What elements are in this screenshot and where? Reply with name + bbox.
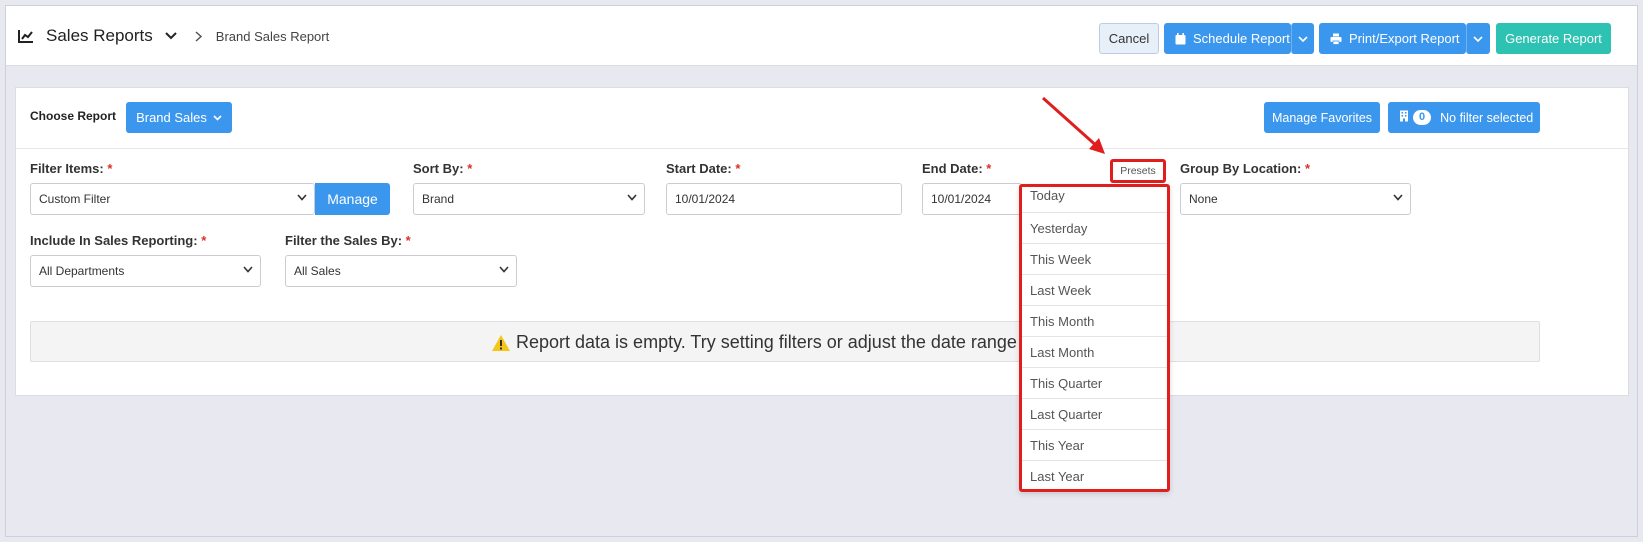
- print-export-button[interactable]: Print/Export Report: [1319, 23, 1466, 54]
- chevron-down-icon: [1473, 35, 1483, 42]
- page-title: Sales Reports: [46, 26, 153, 45]
- printer-icon: [1330, 33, 1342, 45]
- preset-item-yesterday[interactable]: Yesterday: [1022, 213, 1167, 244]
- start-date-value: 10/01/2024: [675, 192, 736, 206]
- top-header: Sales Reports Brand Sales Report Cancel …: [6, 6, 1637, 66]
- filter-count-badge: 0: [1413, 110, 1432, 125]
- report-card: Choose Report Brand Sales Manage Favorit…: [15, 87, 1629, 396]
- empty-report-notice: Report data is empty. Try setting filter…: [30, 321, 1540, 362]
- group-by-location-value: None: [1189, 192, 1218, 206]
- breadcrumb: Brand Sales Report: [215, 28, 330, 44]
- schedule-report-button[interactable]: Schedule Report: [1164, 23, 1291, 54]
- filter-items-label: Filter Items: *: [30, 161, 113, 176]
- chevron-down-icon: [1297, 35, 1308, 42]
- chevron-down-icon: [213, 114, 222, 121]
- sort-by-select[interactable]: Brand: [413, 183, 645, 215]
- presets-button[interactable]: Presets: [1110, 159, 1166, 183]
- preset-item-this-week[interactable]: This Week: [1022, 244, 1167, 275]
- print-export-dropdown-toggle[interactable]: [1466, 23, 1490, 54]
- filter-items-value: Custom Filter: [39, 192, 111, 206]
- end-date-label: End Date: *: [922, 161, 992, 176]
- include-in-sales-label: Include In Sales Reporting: *: [30, 233, 207, 248]
- chevron-down-icon: [627, 194, 637, 201]
- empty-report-message: Report data is empty. Try setting filter…: [491, 332, 1027, 353]
- chevron-down-icon: [1393, 194, 1403, 201]
- page-title-group[interactable]: Sales Reports Brand Sales Report: [18, 26, 329, 46]
- preset-item-last-week[interactable]: Last Week: [1022, 275, 1167, 306]
- filter-sales-by-value: All Sales: [294, 264, 341, 278]
- schedule-report-label: Schedule Report: [1193, 31, 1290, 46]
- filter-sales-by-select[interactable]: All Sales: [285, 255, 517, 287]
- preset-item-last-year[interactable]: Last Year: [1022, 461, 1167, 492]
- preset-item-last-quarter[interactable]: Last Quarter: [1022, 399, 1167, 430]
- calendar-icon: [1175, 32, 1186, 45]
- annotation-arrow: [1042, 96, 1105, 154]
- chevron-down-icon[interactable]: [165, 32, 177, 40]
- start-date-label: Start Date: *: [666, 161, 741, 176]
- chevron-down-icon: [243, 266, 253, 273]
- manage-filter-button[interactable]: Manage: [315, 183, 390, 215]
- filter-items-select[interactable]: Custom Filter: [30, 183, 315, 215]
- filter-status-label: No filter selected: [1440, 110, 1534, 125]
- choose-report-label: Choose Report: [30, 109, 117, 123]
- choose-report-dropdown[interactable]: Brand Sales: [126, 102, 232, 133]
- warning-icon: [492, 334, 510, 351]
- generate-report-button[interactable]: Generate Report: [1496, 23, 1611, 54]
- preset-item-this-quarter[interactable]: This Quarter: [1022, 368, 1167, 399]
- chart-line-icon: [18, 29, 34, 43]
- chevron-right-icon: [195, 30, 202, 42]
- presets-dropdown-menu: Today Yesterday This Week Last Week This…: [1019, 184, 1170, 492]
- sort-by-value: Brand: [422, 192, 455, 206]
- cancel-button[interactable]: Cancel: [1099, 23, 1159, 54]
- group-by-location-label: Group By Location: *: [1180, 161, 1311, 176]
- preset-item-last-month[interactable]: Last Month: [1022, 337, 1167, 368]
- manage-favorites-button[interactable]: Manage Favorites: [1264, 102, 1380, 133]
- filter-sales-by-label: Filter the Sales By: *: [285, 233, 411, 248]
- chevron-down-icon: [297, 194, 307, 201]
- preset-item-today[interactable]: Today: [1022, 187, 1167, 213]
- include-in-sales-value: All Departments: [39, 264, 125, 278]
- divider: [16, 148, 1628, 149]
- building-icon: [1399, 110, 1409, 125]
- start-date-input[interactable]: 10/01/2024: [666, 183, 902, 215]
- preset-item-this-year[interactable]: This Year: [1022, 430, 1167, 461]
- print-export-label: Print/Export Report: [1349, 31, 1460, 46]
- group-by-location-select[interactable]: None: [1180, 183, 1411, 215]
- preset-item-this-month[interactable]: This Month: [1022, 306, 1167, 337]
- end-date-value: 10/01/2024: [931, 192, 992, 206]
- sort-by-label: Sort By: *: [413, 161, 473, 176]
- app-frame: Sales Reports Brand Sales Report Cancel …: [5, 5, 1638, 537]
- chevron-down-icon: [499, 266, 509, 273]
- include-in-sales-select[interactable]: All Departments: [30, 255, 261, 287]
- filter-status-button[interactable]: 0 No filter selected: [1388, 102, 1540, 133]
- end-date-input[interactable]: 10/01/2024: [922, 183, 1022, 215]
- empty-report-text: Report data is empty. Try setting filter…: [516, 332, 1027, 352]
- report-selected-label: Brand Sales: [136, 110, 207, 125]
- schedule-dropdown-toggle[interactable]: [1291, 23, 1314, 54]
